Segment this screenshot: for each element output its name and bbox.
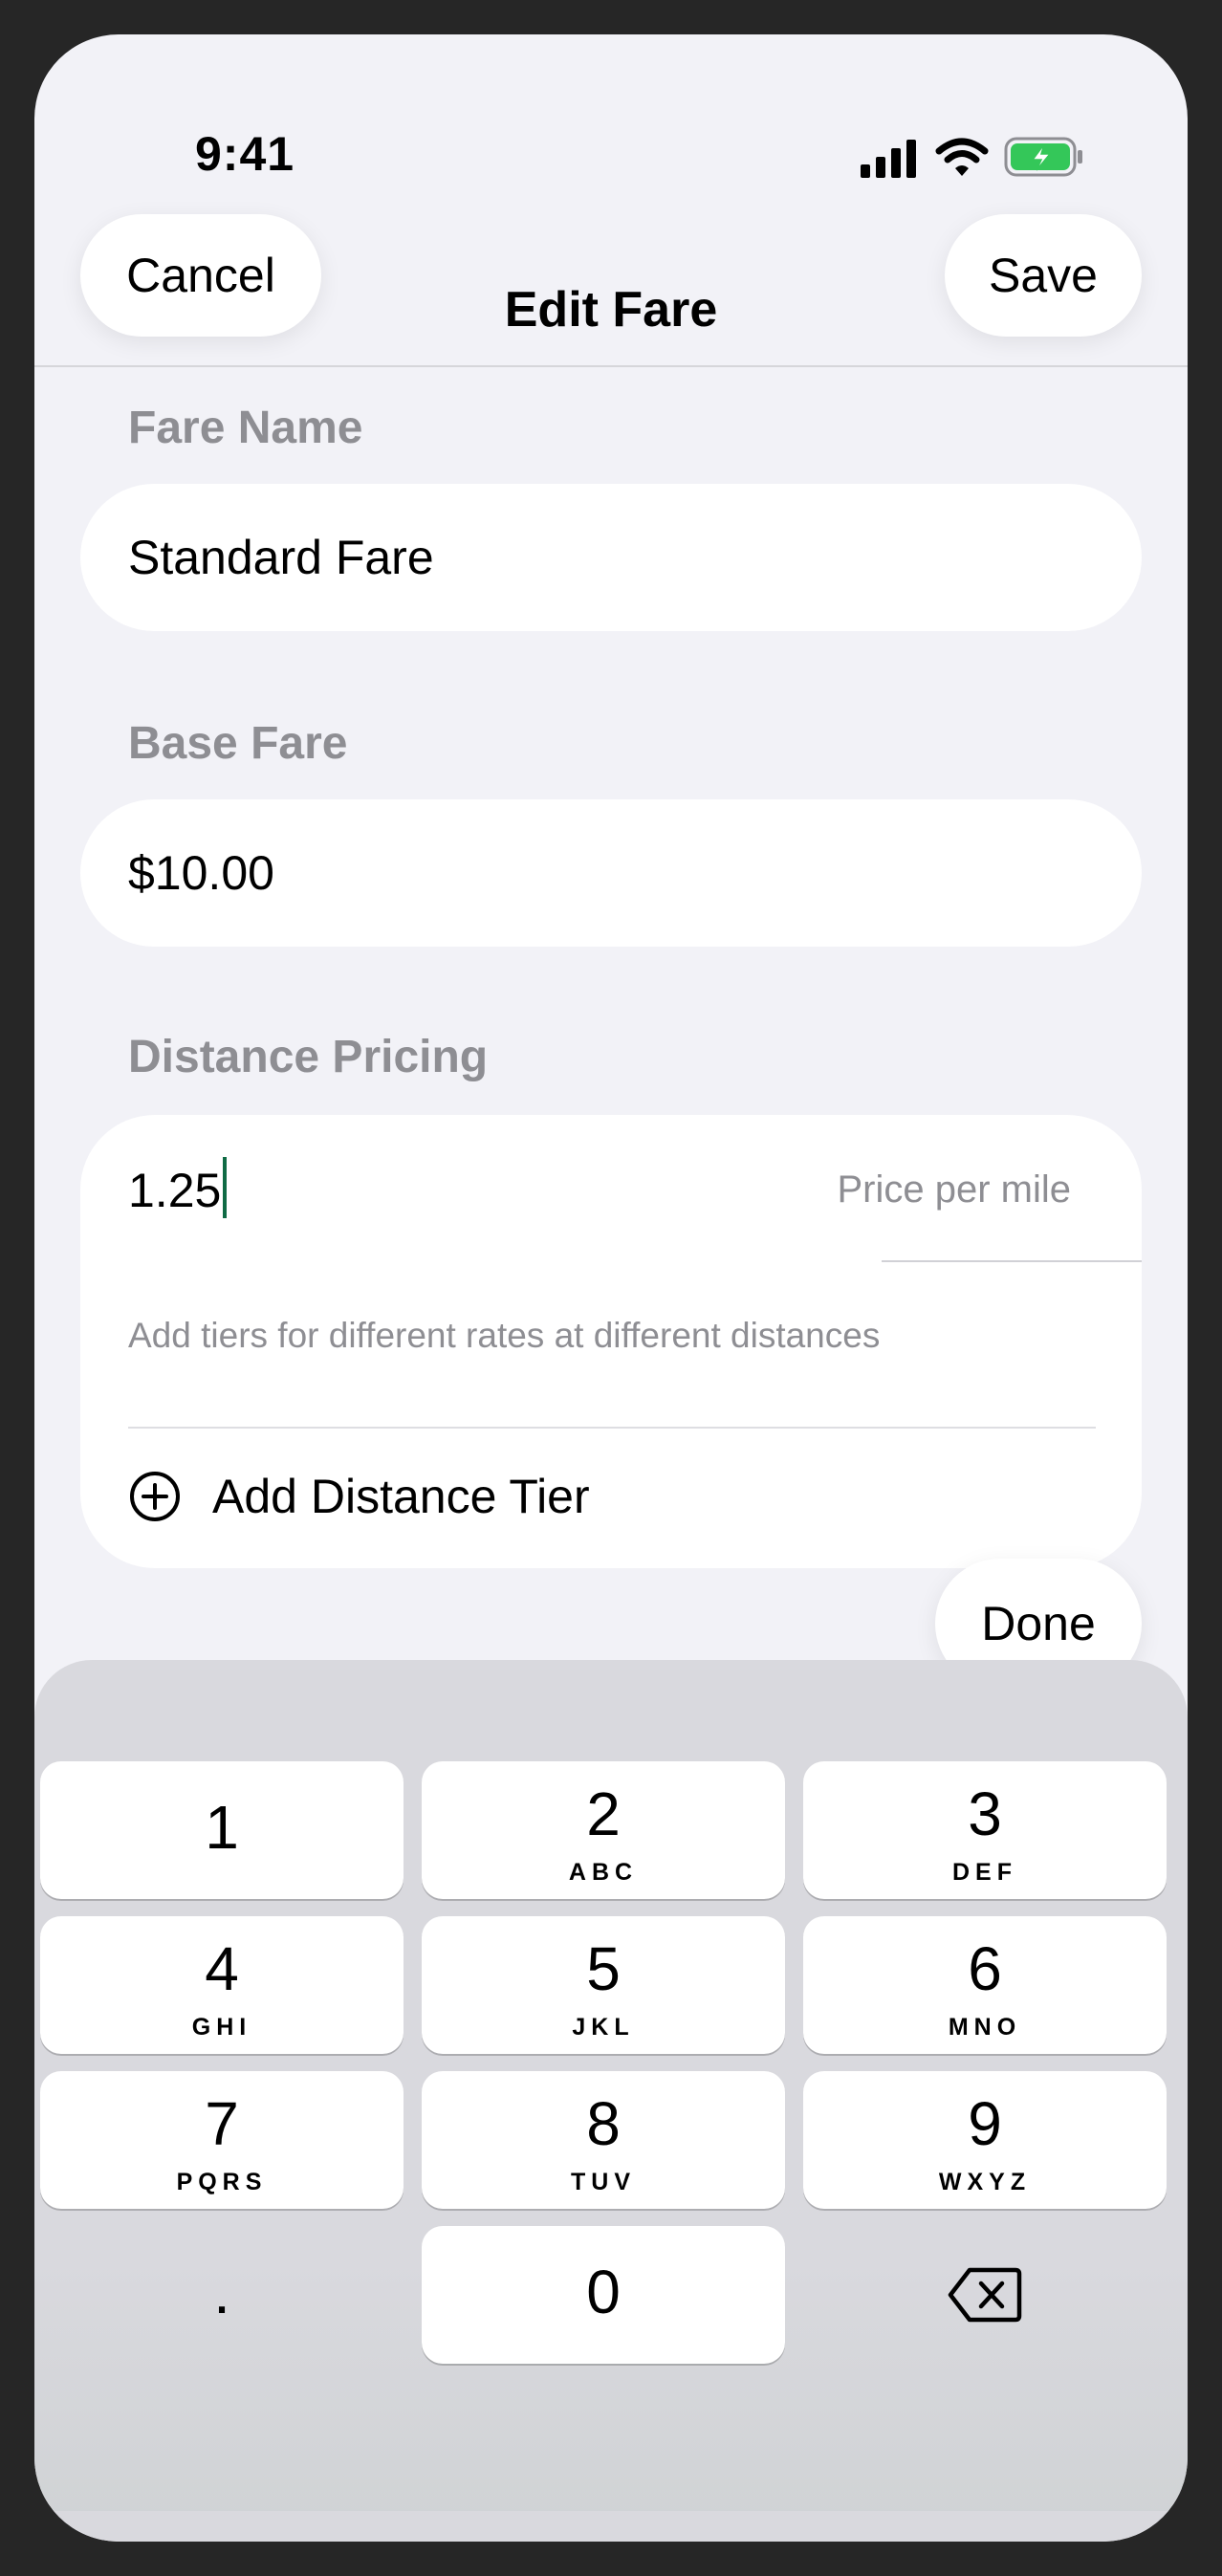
key-digit: 5: [586, 1934, 621, 2003]
distance-pricing-label: Distance Pricing: [128, 1032, 489, 1082]
key-digit: 2: [586, 1779, 621, 1848]
nav-divider: [34, 365, 1188, 367]
key-letters: GHI: [191, 2014, 252, 2041]
key-letters: WXYZ: [938, 2169, 1032, 2195]
key-digit: 8: [586, 2089, 621, 2158]
delete-backspace-icon: [948, 2267, 1022, 2323]
key-delete[interactable]: [803, 2226, 1167, 2364]
key-3[interactable]: 3 DEF: [803, 1761, 1167, 1899]
status-time: 9:41: [195, 127, 295, 181]
key-9[interactable]: 9 WXYZ: [803, 2071, 1167, 2209]
key-digit: 4: [205, 1934, 239, 2003]
key-1[interactable]: 1: [40, 1761, 404, 1899]
key-letters: DEF: [952, 1859, 1017, 1886]
fare-name-field[interactable]: Standard Fare: [80, 484, 1142, 631]
battery-charging-icon: [1004, 137, 1082, 177]
key-digit: 0: [586, 2258, 621, 2326]
price-per-mile-value: 1.25: [128, 1164, 222, 1217]
key-digit: 7: [205, 2089, 239, 2158]
key-7[interactable]: 7 PQRS: [40, 2071, 404, 2209]
key-0[interactable]: 0: [422, 2226, 785, 2364]
key-5[interactable]: 5 JKL: [422, 1916, 785, 2054]
add-distance-tier-label: Add Distance Tier: [212, 1470, 590, 1523]
cellular-signal-icon: [861, 140, 916, 178]
key-letters: ABC: [568, 1859, 639, 1886]
price-per-mile-placeholder: Price per mile: [837, 1168, 1071, 1211]
key-4[interactable]: 4 GHI: [40, 1916, 404, 2054]
key-letters: TUV: [571, 2169, 636, 2195]
key-digit: 6: [968, 1934, 1002, 2003]
key-letters: JKL: [572, 2014, 635, 2041]
key-8[interactable]: 8 TUV: [422, 2071, 785, 2209]
wifi-icon: [935, 138, 989, 176]
base-fare-field[interactable]: $10.00: [80, 799, 1142, 947]
key-digit: 1: [205, 1793, 239, 1862]
key-6[interactable]: 6 MNO: [803, 1916, 1167, 2054]
base-fare-label: Base Fare: [128, 718, 348, 769]
key-letters: PQRS: [176, 2169, 268, 2195]
save-button[interactable]: Save: [945, 214, 1142, 337]
distance-tier-hint: Add tiers for different rates at differe…: [128, 1316, 881, 1355]
text-caret: [223, 1157, 228, 1218]
phone-screen: 9:41 Cancel Edit Fare Save Fare Name Sta…: [34, 34, 1188, 2542]
fare-name-label: Fare Name: [128, 403, 363, 453]
price-field-underline: [882, 1260, 1142, 1262]
key-decimal[interactable]: .: [40, 2226, 404, 2364]
key-digit: .: [213, 2258, 230, 2326]
key-2[interactable]: 2 ABC: [422, 1761, 785, 1899]
price-per-mile-input[interactable]: 1.25: [128, 1157, 228, 1218]
key-digit: 9: [968, 2089, 1002, 2158]
distance-pricing-card: 1.25 Price per mile Add tiers for differ…: [80, 1115, 1142, 1568]
card-divider: [128, 1427, 1096, 1429]
key-digit: 3: [968, 1779, 1002, 1848]
numeric-keypad: 1 2 ABC 3 DEF 4 GHI 5 JKL 6 MNO 7 PQRS 8…: [34, 1660, 1188, 2542]
plus-circle-icon: [130, 1472, 180, 1521]
key-letters: MNO: [948, 2014, 1022, 2041]
add-distance-tier-button[interactable]: Add Distance Tier: [128, 1469, 590, 1524]
